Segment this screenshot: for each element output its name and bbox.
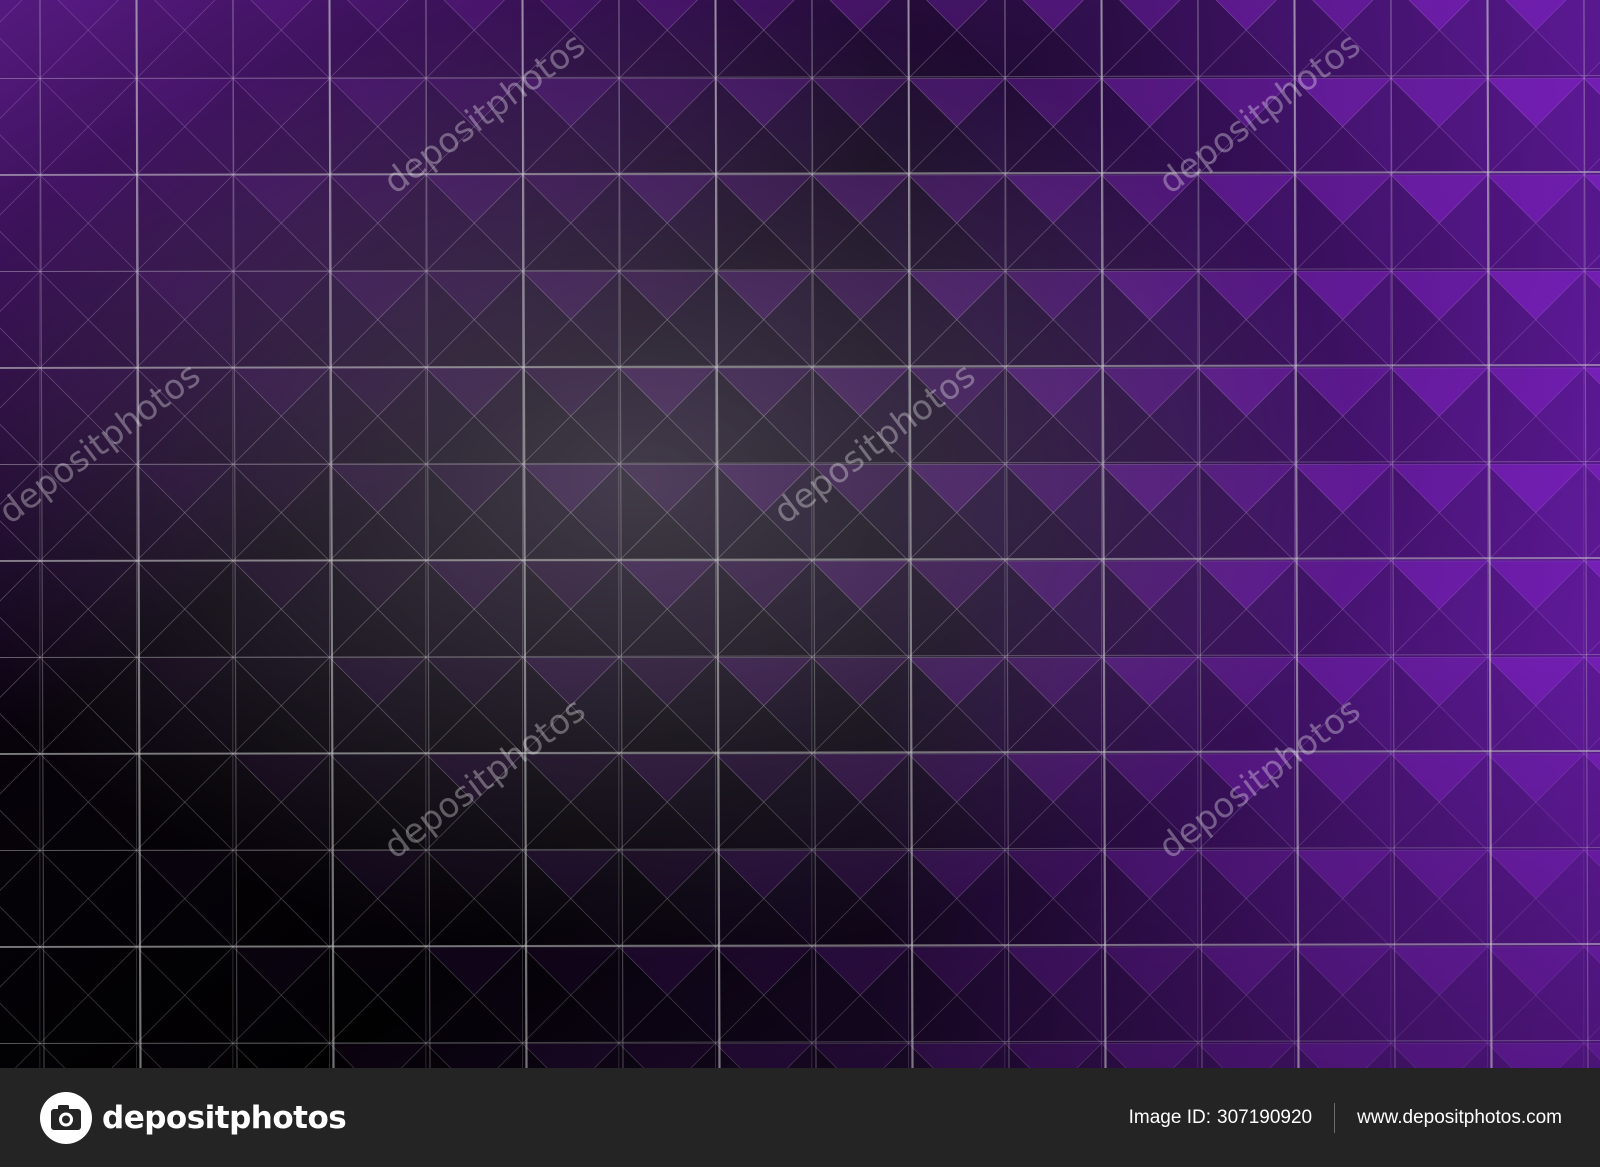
stock-image-preview: depositphotos depositphotos depositphoto… [0,0,1600,1167]
depositphotos-brand[interactable]: depositphotos [38,1090,347,1146]
pyramid-tile-wall-photo [0,0,1600,1068]
meta-divider [1334,1102,1336,1133]
stock-footer-bar: depositphotos Image ID: 307190920 www.de… [0,1068,1600,1167]
image-id-value: 307190920 [1217,1106,1313,1128]
camera-icon [40,1092,92,1144]
site-url-link[interactable]: www.depositphotos.com [1357,1107,1562,1129]
image-id-label: Image ID: [1128,1106,1211,1128]
brand-name: depositphotos [102,1100,347,1136]
image-meta: Image ID: 307190920 www.depositphotos.co… [1129,1068,1562,1167]
